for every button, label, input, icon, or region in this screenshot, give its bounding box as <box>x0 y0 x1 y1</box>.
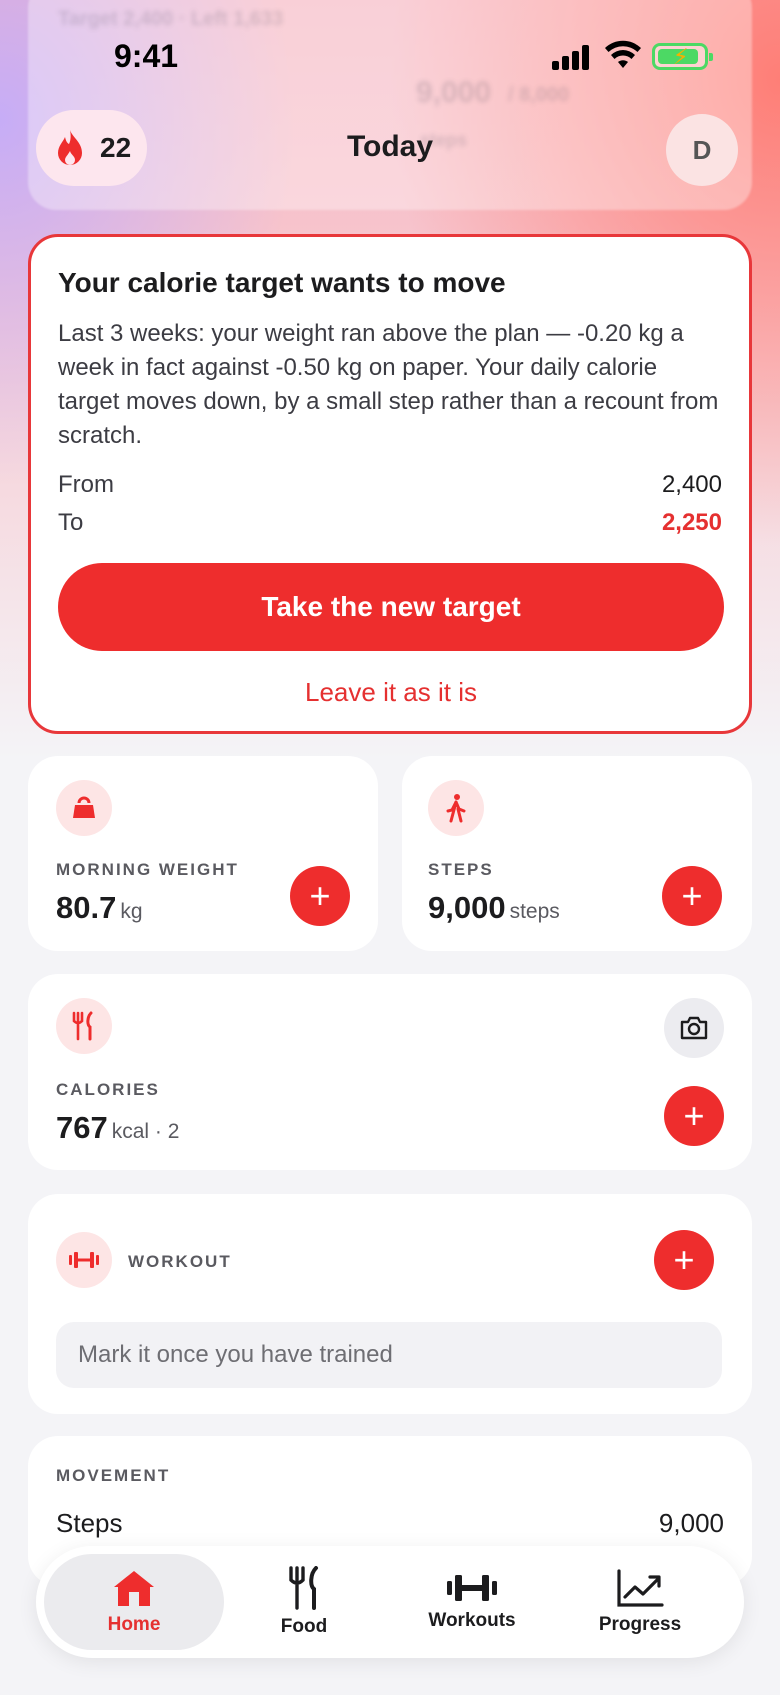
tab-label: Workouts <box>428 1610 516 1631</box>
status-bar: 9:41 ⚡ <box>0 0 780 110</box>
add-calories-button[interactable]: + <box>664 1086 724 1146</box>
from-value: 2,400 <box>661 471 722 498</box>
tab-progress[interactable]: Progress <box>550 1554 730 1650</box>
cellular-signal-icon <box>552 44 592 70</box>
house-icon <box>114 1571 154 1606</box>
workout-icon-badge <box>56 1232 112 1288</box>
alert-title: Your calorie target wants to move <box>58 267 506 298</box>
fork-knife-icon <box>289 1566 318 1610</box>
tab-home[interactable]: Home <box>44 1554 224 1650</box>
calories-icon-badge <box>56 998 112 1054</box>
tab-label: Progress <box>598 1614 682 1635</box>
calories-card[interactable]: CALORIES 767 kcal · 2 + <box>28 974 752 1170</box>
calorie-target-alert: Your calorie target wants to move Last 3… <box>28 234 752 734</box>
calories-label: CALORIES <box>56 1080 160 1099</box>
plus-icon: + <box>683 1095 705 1136</box>
chart-line-icon <box>617 1569 664 1607</box>
wifi-icon <box>605 40 641 68</box>
tab-label: Food <box>280 1616 328 1637</box>
add-weight-button[interactable]: + <box>290 866 350 926</box>
accept-target-button[interactable]: Take the new target <box>58 563 724 651</box>
add-steps-button[interactable]: + <box>662 866 722 926</box>
workout-label: WORKOUT <box>128 1252 232 1271</box>
to-label: To <box>58 509 84 536</box>
camera-icon <box>680 1016 708 1040</box>
weight-icon-badge <box>56 780 112 836</box>
calories-value: 767 <box>56 1110 108 1145</box>
tab-food[interactable]: Food <box>214 1554 394 1650</box>
avatar[interactable]: D <box>666 114 738 186</box>
weight-card[interactable]: MORNING WEIGHT 80.7 kg + <box>28 756 378 951</box>
steps-value: 9,000 <box>428 890 506 925</box>
weight-value-wrap: 80.7 kg <box>56 890 143 926</box>
steps-icon-badge <box>428 780 484 836</box>
from-row: From 2,400 <box>58 471 722 499</box>
movement-row-value: 9,000 <box>658 1508 724 1538</box>
steps-label: STEPS <box>428 860 494 879</box>
movement-label: MOVEMENT <box>56 1466 171 1485</box>
calories-value-wrap: 767 kcal · 2 <box>56 1110 179 1146</box>
steps-unit: steps <box>509 900 560 923</box>
dismiss-target-button[interactable]: Leave it as it is <box>58 677 724 708</box>
fork-knife-icon <box>72 1011 93 1041</box>
dumbbell-icon <box>69 1252 99 1268</box>
tab-label: Home <box>107 1614 161 1635</box>
weight-label: MORNING WEIGHT <box>56 860 239 879</box>
walking-person-icon <box>446 794 466 823</box>
status-time: 9:41 <box>114 38 179 74</box>
from-label: From <box>58 471 114 498</box>
tab-bar: Home Food Workouts Progress <box>36 1546 744 1658</box>
movement-row-label: Steps <box>56 1508 123 1538</box>
workout-note-input[interactable] <box>56 1322 722 1388</box>
scan-food-button[interactable] <box>664 998 724 1058</box>
plus-icon: + <box>309 875 331 916</box>
to-value: 2,250 <box>661 509 722 536</box>
workout-card: WORKOUT + <box>28 1194 752 1414</box>
steps-value-wrap: 9,000 steps <box>428 890 560 926</box>
steps-card[interactable]: STEPS 9,000 steps + <box>402 756 752 951</box>
kettlebell-icon <box>73 796 95 818</box>
weight-value: 80.7 <box>56 890 117 925</box>
tab-workouts[interactable]: Workouts <box>382 1554 562 1650</box>
add-workout-button[interactable]: + <box>654 1230 714 1290</box>
page-title: Today <box>346 130 434 163</box>
alert-body: Last 3 weeks: your weight ran above the … <box>58 320 719 449</box>
to-row: To 2,250 <box>58 509 722 537</box>
weight-unit: kg <box>120 900 143 923</box>
dumbbell-icon <box>447 1575 497 1601</box>
plus-icon: + <box>681 875 703 916</box>
calories-unit: kcal · 2 <box>111 1120 180 1143</box>
plus-icon: + <box>673 1239 695 1280</box>
battery-charging-icon: ⚡ <box>652 43 713 70</box>
